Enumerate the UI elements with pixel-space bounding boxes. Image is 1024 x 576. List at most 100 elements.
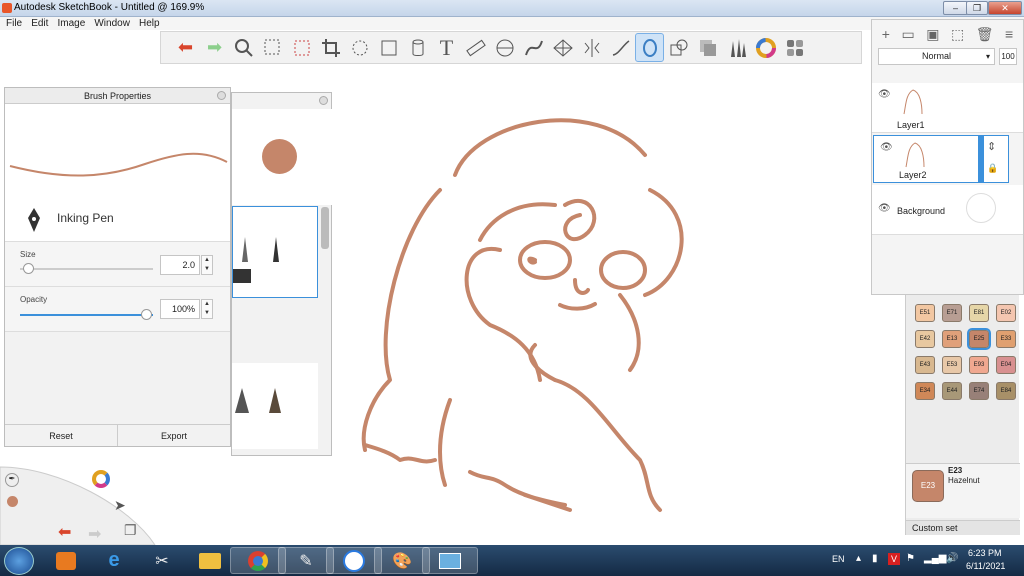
zoom-icon[interactable] [229,33,258,62]
copic-swatch[interactable]: E44 [942,382,962,400]
tray-icon[interactable]: ▮ [872,553,878,564]
add-layer-icon[interactable]: + [882,26,890,42]
clock-date[interactable]: 6/11/2021 [966,561,1005,571]
tray-flag-icon[interactable]: ⚑ [906,553,915,564]
copic-swatch[interactable]: E84 [996,382,1016,400]
predictive-stroke-icon[interactable] [635,33,664,62]
brush-library-panel [231,92,332,456]
clock-time[interactable]: 6:23 PM [968,548,1002,558]
layer-menu-icon[interactable]: ≡ [1005,26,1013,42]
copic-swatch[interactable]: E13 [942,330,962,348]
color-wheel-icon[interactable] [751,33,780,62]
copic-swatch[interactable]: E42 [915,330,935,348]
size-value-field[interactable]: 2.0 [160,255,200,275]
copic-library-icon[interactable] [780,33,809,62]
brush-tool-icon[interactable]: ✒ [5,473,19,487]
perspective-icon[interactable] [548,33,577,62]
copic-swatch[interactable]: E43 [915,356,935,374]
language-indicator[interactable]: EN [832,554,845,564]
french-curve-icon[interactable] [519,33,548,62]
size-stepper[interactable]: ▲ ▼ [201,255,213,275]
start-button[interactable] [4,547,34,575]
menu-window[interactable]: Window [94,17,130,30]
transform-icon[interactable] [287,33,316,62]
lagoon-redo-icon[interactable]: ➡ [88,524,101,544]
maximize-button[interactable]: ❐ [966,1,988,15]
layer-opacity-field[interactable]: 100 [999,48,1017,65]
layer-lock-icon[interactable]: 🔒 [987,163,998,174]
copic-swatch[interactable]: E93 [969,356,989,374]
copic-swatch[interactable]: E04 [996,356,1016,374]
ruler-icon[interactable] [461,33,490,62]
layer-row-layer1[interactable]: 👁 Layer1 [872,83,1023,133]
copic-swatch[interactable]: E53 [942,356,962,374]
opacity-slider[interactable] [20,314,153,316]
copic-swatch[interactable]: E02 [996,304,1016,322]
brush-set-item[interactable] [232,363,318,449]
minimize-button[interactable]: – [943,1,968,15]
selection-tool-icon[interactable]: ➤ [114,497,126,514]
stroke-icon[interactable] [606,33,635,62]
add-group-icon[interactable]: ▭ [901,26,914,43]
volume-icon[interactable]: 🔊 [946,553,958,564]
clear-layer-icon[interactable]: ⬚ [951,26,964,43]
lasso-icon[interactable] [345,33,374,62]
panel-close-icon[interactable] [319,96,328,105]
reset-button[interactable]: Reset [5,425,118,446]
opacity-value-field[interactable]: 100% [160,299,200,319]
copic-swatch[interactable]: E34 [915,382,935,400]
blend-mode-select[interactable]: Normal [878,48,995,65]
copic-swatch[interactable]: E81 [969,304,989,322]
menu-image[interactable]: Image [57,17,85,30]
lagoon-layers-icon[interactable]: ❐ [124,522,137,539]
undo-icon[interactable]: ⬅ [171,33,200,62]
size-slider-knob[interactable] [23,263,34,274]
layer-row-background[interactable]: 👁 Background [872,185,1023,235]
brush-color-dot [262,139,297,174]
distort-icon[interactable] [374,33,403,62]
opacity-stepper[interactable]: ▲ ▼ [201,299,213,319]
brush-library-icon[interactable] [722,33,751,62]
canvas-drawing[interactable] [340,100,720,540]
brush-set-selected[interactable] [232,206,318,298]
visibility-eye-icon[interactable]: 👁 [880,142,893,153]
fill-icon[interactable] [403,33,432,62]
opacity-slider-knob[interactable] [141,309,152,320]
taskbar-photos-icon[interactable] [422,547,478,574]
menu-help[interactable]: Help [139,17,160,30]
select-icon[interactable] [258,33,287,62]
library-scrollbar[interactable] [321,207,329,249]
copic-swatch[interactable]: E25 [967,328,991,350]
ellipse-guide-icon[interactable] [490,33,519,62]
text-icon[interactable]: T [432,33,461,62]
layer-editor-icon[interactable] [693,33,722,62]
background-color-swatch[interactable] [966,193,996,223]
add-image-icon[interactable]: ▣ [926,26,939,43]
copic-swatch[interactable]: E71 [942,304,962,322]
crop-icon[interactable] [316,33,345,62]
copic-swatch[interactable]: E33 [996,330,1016,348]
symmetry-icon[interactable] [577,33,606,62]
visibility-eye-icon[interactable]: 👁 [878,203,891,214]
menu-edit[interactable]: Edit [31,17,48,30]
panel-close-icon[interactable] [217,91,226,100]
copic-swatch[interactable]: E74 [969,382,989,400]
redo-icon[interactable]: ➡ [200,33,229,62]
tray-antivirus-icon[interactable]: V [888,553,900,565]
current-color-icon[interactable] [7,496,18,507]
tray-expand-icon[interactable]: ▴ [856,553,861,564]
network-icon[interactable]: ▂▄▆ [924,553,946,564]
export-button[interactable]: Export [118,425,230,446]
close-button[interactable]: ✕ [988,1,1022,15]
layer-move-icon[interactable]: ⇕ [987,140,996,153]
lagoon-undo-icon[interactable]: ⬅ [58,522,71,542]
visibility-eye-icon[interactable]: 👁 [878,89,891,100]
delete-layer-icon[interactable]: 🗑 [976,26,994,43]
size-slider[interactable] [20,268,153,270]
selected-color-name: Hazelnut [948,476,980,485]
copic-swatch[interactable]: E51 [915,304,935,322]
menu-file[interactable]: File [6,17,22,30]
color-picker-icon[interactable] [92,470,110,488]
shapes-icon[interactable] [664,33,693,62]
custom-set-label[interactable]: Custom set [906,520,1020,535]
